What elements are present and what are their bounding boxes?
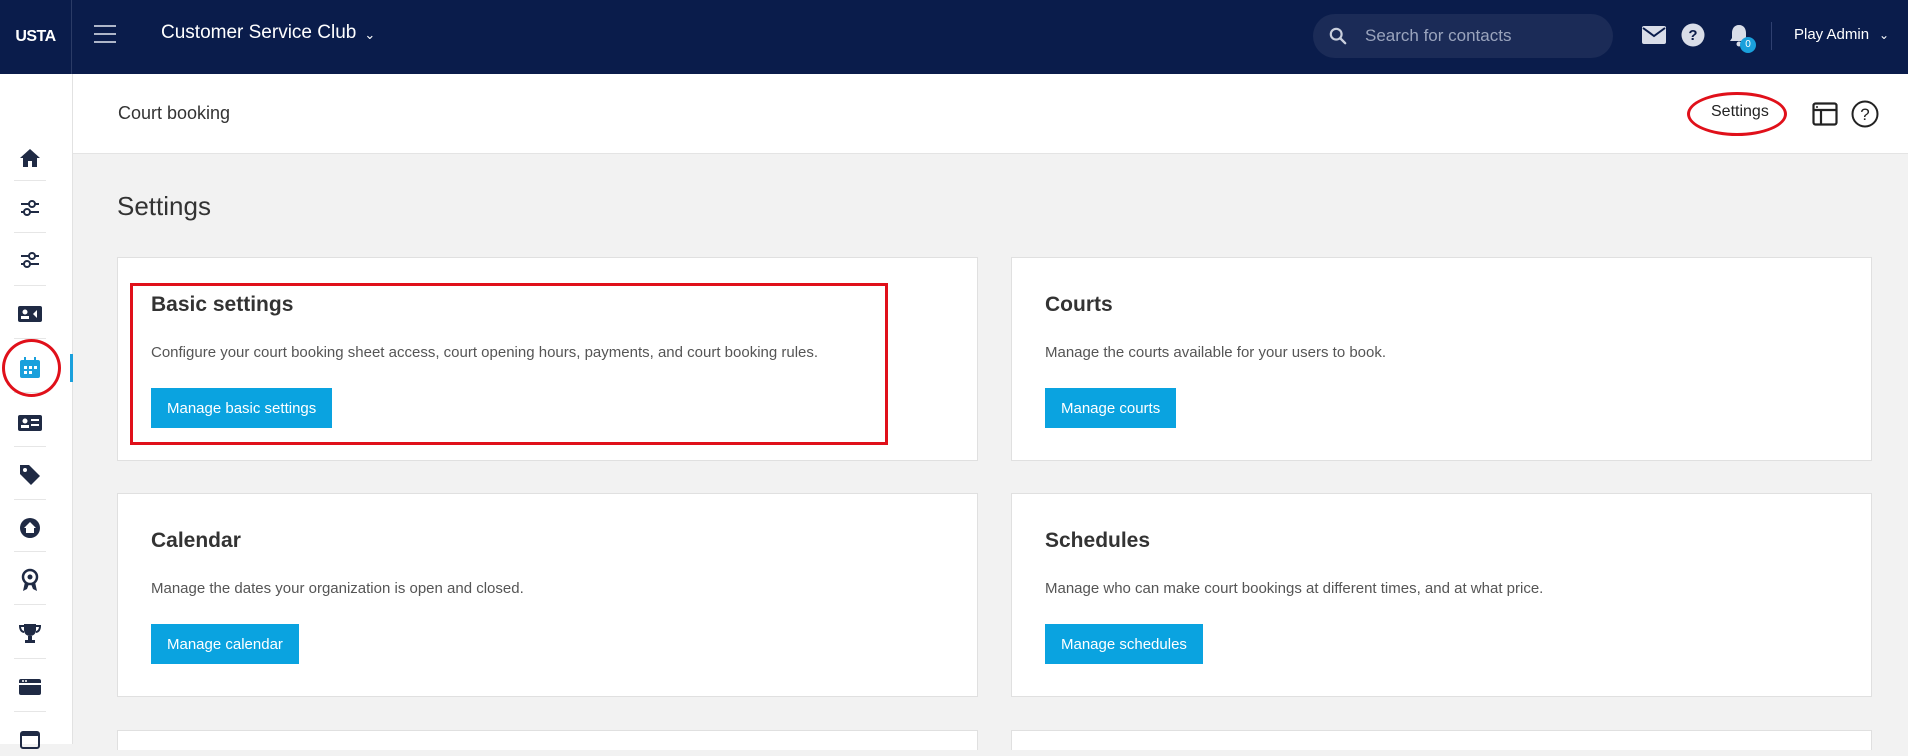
- card-partial: [1011, 730, 1872, 750]
- notifications-bell-icon[interactable]: 0: [1726, 22, 1756, 53]
- manage-courts-button[interactable]: Manage courts: [1045, 388, 1177, 428]
- user-name: Play Admin: [1794, 26, 1870, 43]
- card-description: Manage who can make court bookings at di…: [1045, 580, 1544, 597]
- chevron-down-icon: ⌄: [1879, 27, 1890, 42]
- sliders-icon[interactable]: [14, 244, 46, 276]
- active-indicator: [70, 354, 73, 382]
- trophy-icon[interactable]: [14, 617, 46, 649]
- usta-logo[interactable]: USTA: [0, 0, 72, 74]
- schedules-card: Schedules Manage who can make court book…: [1011, 493, 1872, 697]
- award-icon[interactable]: [14, 564, 46, 596]
- window-layout-icon[interactable]: [1811, 100, 1839, 128]
- club-selector[interactable]: Customer Service Club ⌄: [161, 22, 375, 44]
- page-header: Court booking Settings ?: [73, 74, 1908, 154]
- help-icon[interactable]: ?: [1680, 22, 1706, 48]
- help-circle-icon[interactable]: ?: [1851, 100, 1879, 128]
- chevron-down-icon: ⌄: [364, 26, 376, 42]
- card-description: Manage the courts available for your use…: [1045, 344, 1387, 361]
- user-menu[interactable]: Play Admin ⌄: [1794, 26, 1889, 43]
- home-circle-icon[interactable]: [14, 512, 46, 544]
- search-input[interactable]: [1365, 26, 1595, 46]
- manage-schedules-button[interactable]: Manage schedules: [1045, 624, 1203, 664]
- sidebar: [0, 74, 73, 749]
- breadcrumb: Court booking: [118, 103, 231, 123]
- contact-card-icon[interactable]: [14, 407, 46, 439]
- card-partial: [117, 730, 978, 750]
- ticket-icon[interactable]: [14, 671, 46, 703]
- svg-text:?: ?: [1688, 27, 1697, 44]
- mail-icon[interactable]: [1641, 22, 1667, 48]
- sliders-icon[interactable]: [14, 192, 46, 224]
- card-description: Manage the dates your organization is op…: [151, 580, 524, 597]
- annotation-circle: [2, 339, 61, 397]
- card-title: Calendar: [151, 529, 241, 552]
- annotation-rectangle: [130, 283, 888, 445]
- annotation-ellipse: [1687, 92, 1787, 136]
- manage-calendar-button[interactable]: Manage calendar: [151, 624, 299, 664]
- id-card-icon[interactable]: [14, 298, 46, 330]
- notification-count-badge: 0: [1740, 37, 1756, 53]
- card-title: Schedules: [1045, 529, 1151, 552]
- top-nav-bar: USTA Customer Service Club ⌄ ? 0 Play Ad…: [0, 0, 1908, 74]
- hamburger-menu-icon[interactable]: [94, 25, 116, 45]
- page-title: Settings: [117, 191, 211, 221]
- search-icon: [1329, 27, 1347, 45]
- calendar-card: Calendar Manage the dates your organizat…: [117, 493, 978, 697]
- list-icon[interactable]: [14, 724, 46, 756]
- svg-text:?: ?: [1860, 105, 1869, 124]
- divider: [1771, 22, 1772, 50]
- card-title: Courts: [1045, 293, 1113, 316]
- contact-search: [1313, 14, 1613, 58]
- tags-icon[interactable]: [14, 458, 46, 490]
- club-name: Customer Service Club: [161, 22, 357, 43]
- courts-card: Courts Manage the courts available for y…: [1011, 257, 1872, 461]
- home-icon[interactable]: [14, 142, 46, 174]
